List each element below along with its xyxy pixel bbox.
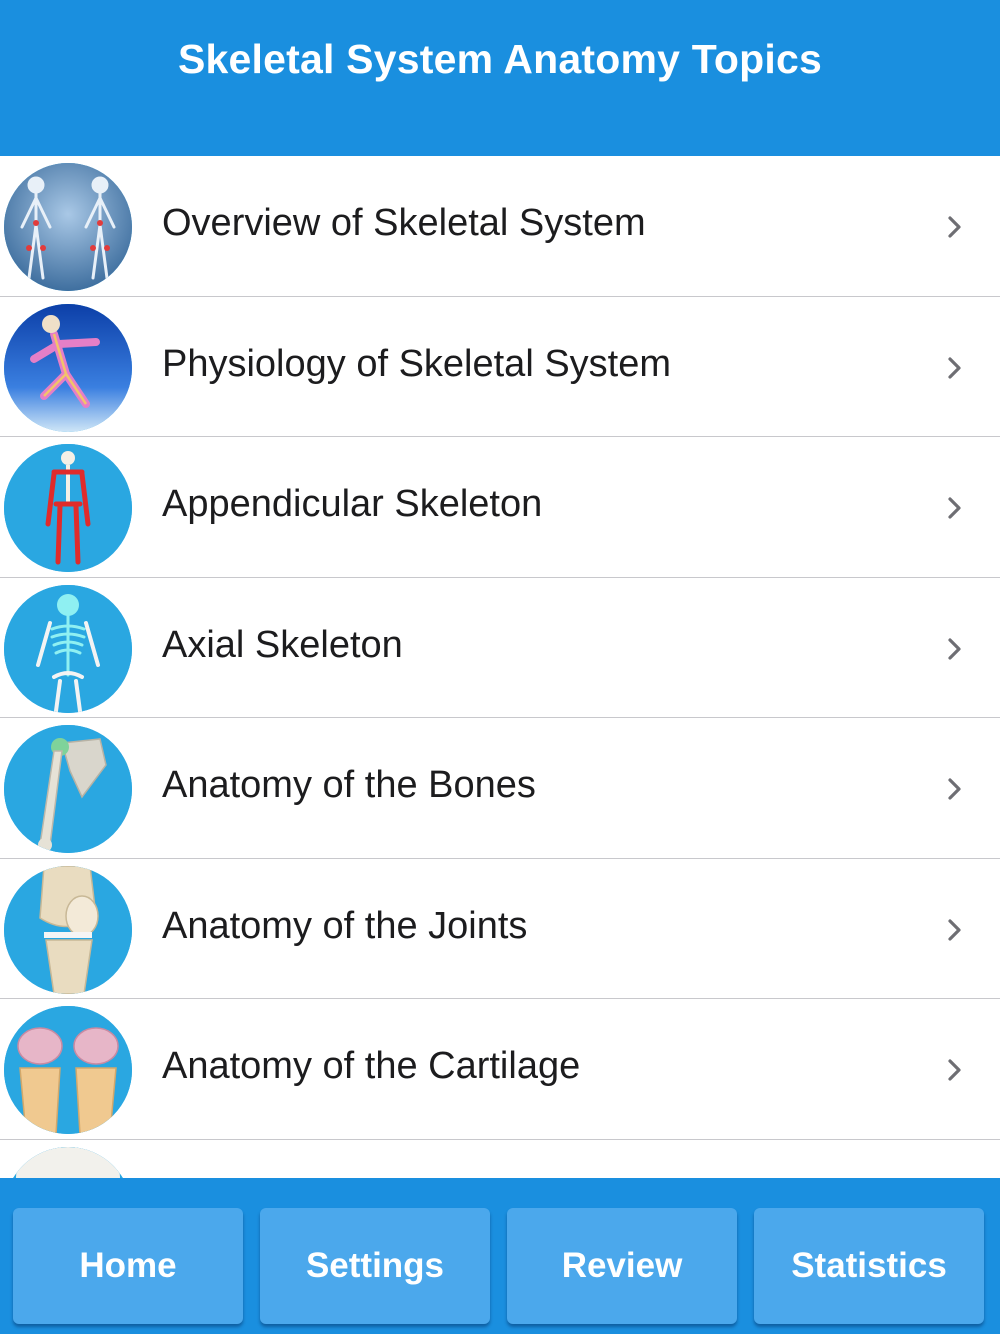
list-item-overview[interactable]: Overview of Skeletal System bbox=[0, 156, 1000, 297]
list-item-label: Appendicular Skeleton bbox=[162, 483, 543, 525]
list-item-partial[interactable] bbox=[0, 1140, 1000, 1178]
chevron-right-icon bbox=[944, 915, 966, 945]
bottom-toolbar: Home Settings Review Statistics bbox=[0, 1178, 1000, 1334]
home-button[interactable]: Home bbox=[13, 1208, 243, 1324]
review-button[interactable]: Review bbox=[507, 1208, 737, 1324]
knee-cartilage-thumbnail bbox=[4, 1006, 132, 1134]
list-item-physiology[interactable]: Physiology of Skeletal System bbox=[0, 297, 1000, 437]
chevron-right-icon bbox=[944, 353, 966, 383]
axial-skeleton-thumbnail bbox=[4, 584, 132, 713]
topics-list[interactable]: Overview of Skeletal System Physiology o… bbox=[0, 156, 1000, 1178]
list-item-cartilage[interactable]: Anatomy of the Cartilage bbox=[0, 999, 1000, 1140]
navigation-header: Skeletal System Anatomy Topics bbox=[0, 0, 1000, 156]
list-item-bones[interactable]: Anatomy of the Bones bbox=[0, 718, 1000, 859]
knee-joint-thumbnail bbox=[4, 865, 132, 994]
bone-head-thumbnail bbox=[4, 1146, 132, 1178]
list-item-label: Anatomy of the Cartilage bbox=[162, 1045, 581, 1087]
humerus-bone-thumbnail bbox=[4, 725, 132, 853]
chevron-right-icon bbox=[944, 634, 966, 664]
skeleton-overview-thumbnail bbox=[4, 163, 132, 291]
chevron-right-icon bbox=[944, 1055, 966, 1085]
list-item-label: Anatomy of the Bones bbox=[162, 764, 536, 806]
list-item-joints[interactable]: Anatomy of the Joints bbox=[0, 859, 1000, 999]
list-item-label: Axial Skeleton bbox=[162, 623, 403, 666]
statistics-button[interactable]: Statistics bbox=[754, 1208, 984, 1324]
list-item-label: Anatomy of the Joints bbox=[162, 904, 528, 947]
list-item-appendicular[interactable]: Appendicular Skeleton bbox=[0, 437, 1000, 578]
chevron-right-icon bbox=[944, 493, 966, 523]
list-item-label: Overview of Skeletal System bbox=[162, 202, 646, 244]
list-item-axial[interactable]: Axial Skeleton bbox=[0, 578, 1000, 718]
chevron-right-icon bbox=[944, 774, 966, 804]
running-skeleton-thumbnail bbox=[4, 303, 132, 432]
settings-button[interactable]: Settings bbox=[260, 1208, 490, 1324]
list-item-label: Physiology of Skeletal System bbox=[162, 342, 672, 385]
page-title: Skeletal System Anatomy Topics bbox=[177, 36, 822, 82]
appendicular-skeleton-thumbnail bbox=[4, 444, 132, 572]
chevron-right-icon bbox=[944, 212, 966, 242]
